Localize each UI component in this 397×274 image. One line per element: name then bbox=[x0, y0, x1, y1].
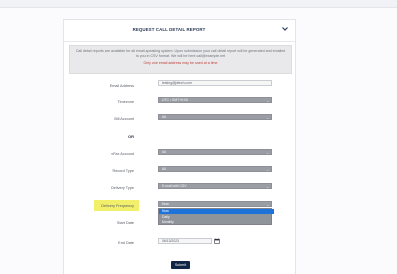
info-text: Call detail reports are available for al… bbox=[75, 49, 286, 58]
timezone-value: UTC / GMT+0:00 bbox=[162, 98, 188, 102]
delivery-frequency-dropdown: Now Daily Monthly bbox=[158, 208, 274, 225]
chevron-down-icon: ⌄ bbox=[266, 202, 269, 207]
chevron-down-icon[interactable] bbox=[281, 25, 289, 33]
delivery-frequency-label: Delivery Frequency bbox=[101, 204, 134, 208]
vfax-account-value: All bbox=[162, 150, 166, 154]
call-detail-report-panel: REQUEST CALL DETAIL REPORT Call detail r… bbox=[63, 19, 296, 274]
delivery-type-value: E-mail with CSV bbox=[162, 184, 187, 188]
bill-account-select[interactable]: All ⌄ bbox=[158, 114, 272, 120]
email-value: testing@jdtech.com bbox=[162, 81, 192, 85]
bill-account-label: Bill Account bbox=[114, 117, 134, 121]
record-type-value: All bbox=[162, 167, 166, 171]
delivery-frequency-value: Now bbox=[162, 202, 169, 206]
bill-account-value: All bbox=[162, 115, 166, 119]
chevron-down-icon: ⌄ bbox=[266, 150, 269, 155]
email-field[interactable]: testing@jdtech.com bbox=[158, 80, 272, 86]
or-separator: OR bbox=[128, 134, 134, 139]
warning-text: Only one email address may be used at a … bbox=[143, 61, 218, 65]
panel-header: REQUEST CALL DETAIL REPORT bbox=[64, 20, 295, 42]
delivery-frequency-select[interactable]: Now ⌄ bbox=[158, 201, 272, 207]
info-box: Call detail reports are available for al… bbox=[69, 45, 292, 74]
delivery-type-select[interactable]: E-mail with CSV ⌄ bbox=[158, 183, 272, 189]
end-date-label: End Date bbox=[118, 241, 134, 245]
delivery-type-label: Delivery Type bbox=[111, 186, 134, 190]
submit-button[interactable]: Submit bbox=[171, 261, 190, 269]
calendar-icon[interactable] bbox=[214, 238, 220, 244]
chevron-down-icon: ⌄ bbox=[266, 167, 269, 172]
dropdown-option-daily[interactable]: Daily bbox=[159, 215, 274, 220]
end-date-value: 06/13/2023 bbox=[162, 239, 179, 243]
record-type-select[interactable]: All ⌄ bbox=[158, 166, 272, 172]
dropdown-option-monthly[interactable]: Monthly bbox=[159, 220, 274, 225]
timezone-label: Timezone bbox=[117, 100, 134, 104]
timezone-select[interactable]: UTC / GMT+0:00 ⌄ bbox=[158, 97, 272, 103]
record-type-label: Record Type bbox=[112, 169, 134, 173]
end-date-field[interactable]: 06/13/2023 bbox=[158, 238, 212, 244]
page-title: REQUEST CALL DETAIL REPORT bbox=[132, 27, 206, 32]
vfax-account-select[interactable]: All ⌄ bbox=[158, 149, 272, 155]
email-label: Email Address bbox=[109, 84, 134, 88]
chevron-down-icon: ⌄ bbox=[266, 115, 269, 120]
top-bar bbox=[0, 0, 397, 8]
chevron-down-icon: ⌄ bbox=[266, 184, 269, 189]
dropdown-option-now[interactable]: Now bbox=[159, 209, 274, 214]
chevron-down-icon: ⌄ bbox=[266, 98, 269, 103]
vfax-account-label: vFax Account bbox=[111, 152, 134, 156]
start-date-label: Start Date bbox=[116, 221, 134, 225]
